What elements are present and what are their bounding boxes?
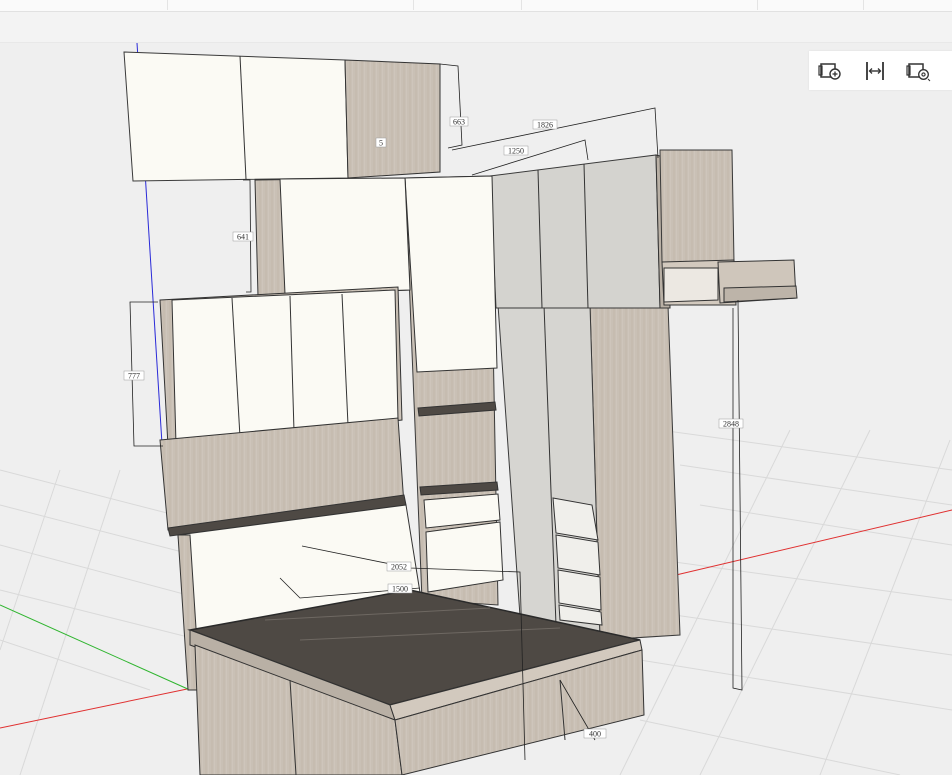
svg-text:663: 663 bbox=[453, 118, 465, 127]
top-tab-bar bbox=[0, 0, 952, 12]
camera-settings-button[interactable] bbox=[897, 51, 941, 90]
camera-settings-icon bbox=[906, 62, 931, 81]
secondary-toolbar bbox=[0, 12, 952, 43]
dim-1826: 1826 bbox=[532, 119, 558, 130]
svg-text:641: 641 bbox=[237, 233, 249, 242]
dim-400: 400 bbox=[583, 728, 607, 739]
top-tab[interactable] bbox=[758, 0, 864, 10]
dim-5: 5 bbox=[375, 137, 387, 148]
top-tab[interactable] bbox=[522, 0, 758, 10]
overhead-cabinet[interactable] bbox=[123, 51, 441, 182]
top-tab[interactable] bbox=[0, 0, 168, 10]
dim-2848: 2848 bbox=[718, 418, 744, 429]
y-axis-line bbox=[0, 604, 191, 691]
add-camera-icon bbox=[818, 62, 841, 80]
upper-wardrobe-cabinet[interactable] bbox=[489, 154, 671, 309]
svg-text:5: 5 bbox=[379, 139, 383, 148]
measure-width-button[interactable] bbox=[853, 51, 897, 90]
view-toolbox bbox=[809, 51, 952, 90]
3d-scene[interactable]: 663 1826 1250 5 641 777 2848 2052 1500 4… bbox=[0, 43, 952, 775]
svg-text:1250: 1250 bbox=[508, 147, 524, 156]
dim-663: 663 bbox=[449, 116, 469, 127]
dim-1500: 1500 bbox=[387, 583, 413, 594]
svg-text:2848: 2848 bbox=[723, 420, 739, 429]
svg-text:2052: 2052 bbox=[391, 563, 407, 572]
add-camera-button[interactable] bbox=[809, 51, 853, 90]
dim-777: 777 bbox=[123, 370, 145, 381]
measure-width-icon bbox=[866, 61, 884, 80]
mid-upper-cabinet[interactable] bbox=[254, 177, 411, 297]
dim-2052: 2052 bbox=[386, 561, 412, 572]
side-cabinet[interactable] bbox=[659, 149, 798, 306]
top-tab[interactable] bbox=[414, 0, 522, 10]
wall-cabinet[interactable] bbox=[159, 286, 407, 537]
dim-1250: 1250 bbox=[503, 145, 529, 156]
svg-text:1826: 1826 bbox=[537, 121, 553, 130]
centre-column[interactable] bbox=[404, 175, 504, 606]
3d-viewport[interactable]: 663 1826 1250 5 641 777 2848 2052 1500 4… bbox=[0, 43, 952, 775]
svg-text:400: 400 bbox=[589, 730, 601, 739]
svg-text:777: 777 bbox=[128, 372, 140, 381]
top-tab[interactable] bbox=[168, 0, 414, 10]
svg-text:1500: 1500 bbox=[392, 585, 408, 594]
x-axis-line bbox=[0, 687, 193, 729]
dim-641: 641 bbox=[232, 231, 254, 242]
tall-wardrobe[interactable] bbox=[497, 304, 681, 641]
